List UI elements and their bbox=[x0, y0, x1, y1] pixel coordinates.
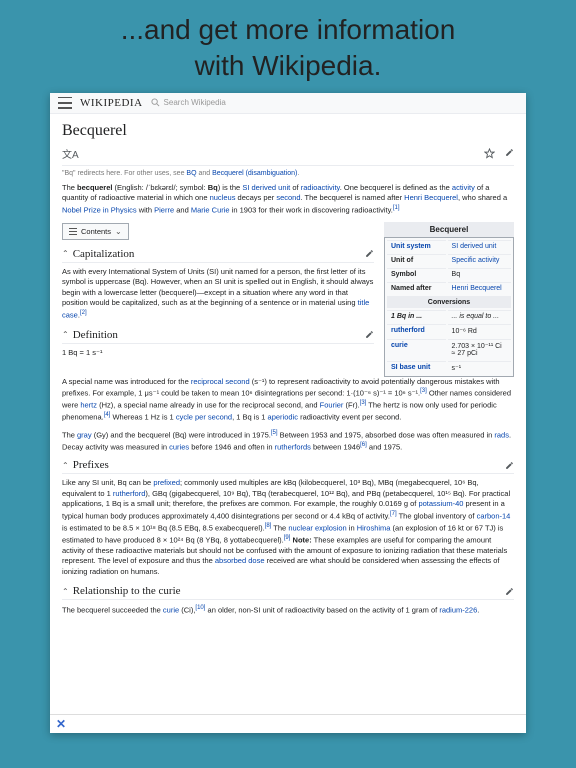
wikipedia-logo[interactable]: WIKIPEDIA bbox=[80, 97, 143, 109]
page-title: Becquerel bbox=[62, 122, 514, 140]
contents-button[interactable]: Contents ⌄ bbox=[62, 223, 129, 240]
infobox-caption: Becquerel bbox=[384, 222, 514, 237]
search-icon bbox=[151, 98, 160, 107]
close-icon[interactable]: ✕ bbox=[56, 717, 66, 731]
edit-section-icon[interactable] bbox=[505, 587, 514, 596]
redirect-note: "Bq" redirects here. For other uses, see… bbox=[62, 170, 514, 177]
search-input[interactable]: Search Wikipedia bbox=[151, 98, 518, 107]
bottom-bar: ✕ bbox=[50, 714, 526, 733]
chevron-down-icon: ⌄ bbox=[115, 227, 122, 236]
section-heading: Capitalization bbox=[73, 248, 135, 260]
wikipedia-page: WIKIPEDIA Search Wikipedia Becquerel 文A … bbox=[50, 93, 526, 733]
paragraph: As with every International System of Un… bbox=[62, 267, 374, 321]
edit-section-icon[interactable] bbox=[365, 249, 374, 258]
chevron-up-icon[interactable]: ⌃ bbox=[62, 249, 69, 258]
paragraph: Like any SI unit, Bq can be prefixed; co… bbox=[62, 478, 514, 577]
paragraph: The gray (Gy) and the becquerel (Bq) wer… bbox=[62, 429, 514, 453]
chevron-up-icon[interactable]: ⌃ bbox=[62, 461, 69, 470]
menu-icon[interactable] bbox=[58, 97, 72, 109]
promo-line2: with Wikipedia. bbox=[195, 50, 382, 81]
intro-paragraph: The becquerel (English: /ˈbɛkərɛl/; symb… bbox=[62, 183, 514, 216]
section-heading: Relationship to the curie bbox=[73, 585, 181, 597]
list-icon bbox=[69, 228, 77, 235]
star-icon[interactable] bbox=[484, 148, 495, 159]
infobox: Becquerel Unit systemSI derived unit Uni… bbox=[384, 222, 514, 377]
edit-section-icon[interactable] bbox=[365, 330, 374, 339]
equation: 1 Bq = 1 s⁻¹ bbox=[62, 348, 374, 359]
page-header: WIKIPEDIA Search Wikipedia bbox=[50, 93, 526, 114]
chevron-up-icon[interactable]: ⌃ bbox=[62, 330, 69, 339]
redirect-link[interactable]: Becquerel (disambiguation) bbox=[212, 170, 297, 177]
edit-icon[interactable] bbox=[505, 148, 514, 157]
promo-line1: ...and get more information bbox=[121, 14, 456, 45]
promo-banner: ...and get more information with Wikiped… bbox=[0, 0, 576, 93]
paragraph: The becquerel succeeded the curie (Ci),[… bbox=[62, 604, 514, 616]
section-heading: Prefixes bbox=[73, 459, 109, 471]
edit-section-icon[interactable] bbox=[505, 461, 514, 470]
paragraph: A special name was introduced for the re… bbox=[62, 377, 514, 424]
redirect-link[interactable]: BQ bbox=[186, 170, 196, 177]
search-placeholder: Search Wikipedia bbox=[164, 98, 226, 107]
article-toolbar: 文A bbox=[62, 146, 514, 166]
language-icon[interactable]: 文A bbox=[62, 146, 79, 161]
chevron-up-icon[interactable]: ⌃ bbox=[62, 587, 69, 596]
section-heading: Definition bbox=[73, 329, 118, 341]
